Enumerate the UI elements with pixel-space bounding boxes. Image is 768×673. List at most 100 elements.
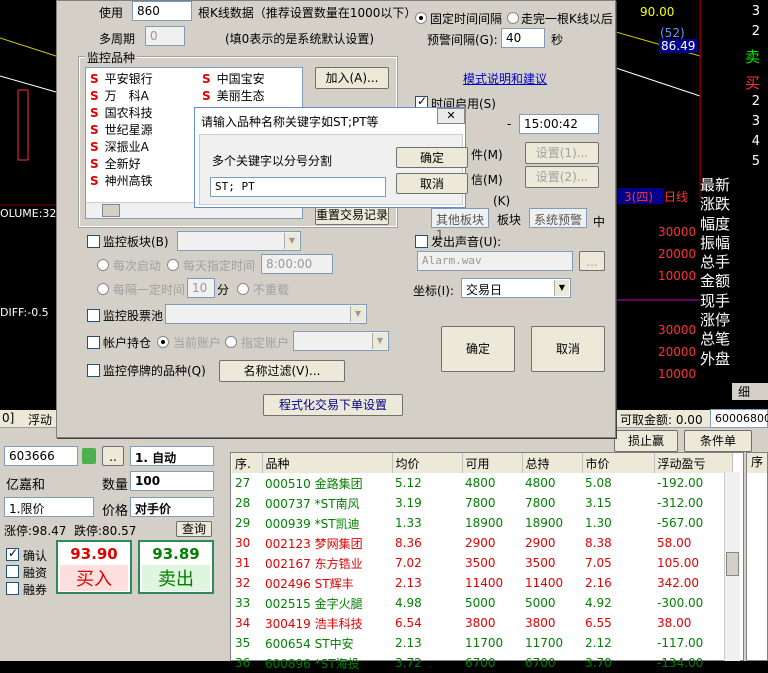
fixed-interval-radio[interactable] — [415, 12, 427, 24]
stock-code-input[interactable]: 603666 — [4, 446, 78, 466]
sound-checkbox[interactable] — [415, 235, 428, 248]
table-row[interactable]: 35 600654 ST中安 2.13 11700 11700 2.12 -117.00 — [232, 633, 732, 653]
col-header[interactable]: 序. — [232, 453, 263, 473]
table-cell: 1.30 — [585, 516, 612, 530]
scrollbar-thumb[interactable] — [726, 552, 739, 576]
monitor-block-select[interactable]: ▼ — [177, 231, 301, 251]
chevron-down-icon: ▼ — [372, 333, 387, 349]
sound-file-input[interactable]: Alarm.wav — [417, 251, 573, 271]
daily-time-input[interactable]: 8:00:00 — [261, 254, 333, 274]
ok-button[interactable]: 确定 — [441, 326, 515, 372]
quote-menu: 最新 涨跌 幅度 振幅 总手 金额 现手 涨停 总笔 外盘 — [700, 176, 768, 369]
model-help-link[interactable]: 模式说明和建议 — [463, 70, 547, 87]
list-item[interactable]: S 中国宝安 — [202, 70, 265, 87]
interval-radio[interactable] — [97, 283, 109, 295]
col-header[interactable]: 总持 — [522, 453, 583, 473]
margin-checkbox[interactable] — [6, 565, 19, 578]
sys-warn-select[interactable]: 系统预警 — [529, 208, 587, 228]
keyword-input[interactable]: ST; PT — [210, 177, 386, 197]
list-item[interactable]: S 国农科技 — [90, 104, 153, 121]
condition-order-button[interactable]: 条件单 — [684, 430, 752, 452]
col-header[interactable]: 可用 — [462, 453, 523, 473]
list-item[interactable]: S 平安银行 — [90, 70, 153, 87]
set2-button[interactable]: 设置(2)... — [525, 166, 599, 188]
lock-icon[interactable] — [82, 448, 96, 464]
order-book-panel: 3 2 卖 买 2 3 4 5 — [700, 0, 768, 182]
col-header[interactable]: 品种 — [262, 453, 393, 473]
no-repeat-radio[interactable] — [237, 283, 249, 295]
table-row[interactable]: 36 600896 *ST海投 3.72 6700 6700 3.70 -134.00 — [232, 653, 732, 673]
stock-pool-select[interactable]: ▼ — [165, 304, 367, 324]
trade-settings-button[interactable]: 程式化交易下单设置 — [263, 394, 403, 416]
table-cell: 30 — [235, 536, 251, 550]
table-row[interactable]: 27 000510 金路集团 5.12 4800 4800 5.08 -192.00 — [232, 473, 732, 493]
warn-interval-input[interactable]: 40 — [501, 28, 545, 48]
sell-button[interactable]: 93.89 卖出 — [138, 540, 214, 594]
list-item[interactable]: S万 科A — [90, 87, 149, 104]
limit-down: 跌停:80.57 — [74, 524, 137, 538]
col-header[interactable]: 浮动盈亏 — [654, 453, 733, 473]
account-select[interactable]: 60006800 — [710, 409, 768, 428]
monitor-block-checkbox[interactable] — [87, 235, 100, 248]
one-kline-radio[interactable] — [507, 12, 519, 24]
table-row[interactable]: 33 002515 金字火腿 4.98 5000 5000 4.92 -300.00 — [232, 593, 732, 613]
table-scrollbar[interactable] — [724, 472, 740, 661]
buy-button[interactable]: 93.90 买入 — [56, 540, 132, 594]
daily-time-radio[interactable] — [167, 259, 179, 271]
specified-account-radio[interactable] — [225, 336, 237, 348]
table-row[interactable]: 30 002123 梦网集团 8.36 2900 2900 8.38 58.00 — [232, 533, 732, 553]
stock-pool-checkbox[interactable] — [87, 309, 100, 322]
qty-input[interactable]: 100 — [130, 471, 214, 491]
current-account-radio[interactable] — [157, 336, 169, 348]
sound-browse-button[interactable]: ... — [579, 251, 605, 271]
stock-pool-label: 监控股票池 — [103, 309, 164, 323]
table-row[interactable]: 31 002167 东方锆业 7.02 3500 3500 7.05 105.00 — [232, 553, 732, 573]
suspend-checkbox[interactable] — [87, 364, 100, 377]
short-checkbox[interactable] — [6, 582, 19, 595]
table-row[interactable]: 28 000737 *ST南风 3.19 7800 7800 3.15 -312.00 — [232, 493, 732, 513]
hscroll-thumb[interactable] — [102, 204, 120, 217]
list-item[interactable]: S 深振业A — [90, 138, 149, 155]
add-button[interactable]: 加入(A)... — [315, 67, 389, 89]
time-end-input[interactable]: 15:00:42 — [519, 114, 599, 134]
stoploss-button[interactable]: 损止赢 — [614, 430, 678, 452]
coord-label: 坐标(I): — [413, 284, 454, 298]
coord-select[interactable]: 交易日 ▼ — [461, 278, 571, 298]
close-icon[interactable]: ✕ — [437, 108, 465, 124]
popup-cancel-button[interactable]: 取消 — [396, 173, 468, 194]
account-select[interactable]: ▼ — [293, 331, 389, 351]
list-item[interactable]: S 美丽生态 — [202, 87, 265, 104]
confirm-label: 确认 — [23, 549, 48, 563]
confirm-checkbox[interactable] — [6, 546, 19, 561]
quote-menu-item: 振幅 — [700, 233, 731, 252]
cancel-button[interactable]: 取消 — [531, 326, 605, 372]
startup-radio[interactable] — [97, 259, 109, 271]
set1-button[interactable]: 设置(1)... — [525, 142, 599, 164]
order-type-select[interactable]: 1.限价 — [4, 497, 94, 517]
right-col-header: 序 — [747, 453, 767, 473]
auto-select[interactable]: 1. 自动 — [130, 446, 214, 466]
price-input[interactable]: 对手价 — [130, 497, 214, 517]
more-button[interactable]: .. — [102, 446, 124, 466]
fine-tab[interactable]: 细 — [732, 383, 768, 400]
table-row[interactable]: 34 300419 浩丰科技 6.54 3800 3800 6.55 38.00 — [232, 613, 732, 633]
avail-amount: 可取金额: 0.00 — [620, 413, 703, 427]
table-row[interactable]: 29 000939 *ST凯迪 1.33 18900 18900 1.30 -567.00 — [232, 513, 732, 533]
col-header[interactable]: 市价 — [582, 453, 655, 473]
list-item[interactable]: S 全新好 — [90, 155, 141, 172]
reset-trade-button[interactable]: 重置交易记录 — [315, 205, 389, 225]
multi-period-input[interactable]: 0 — [145, 26, 185, 46]
col-header[interactable]: 均价 — [392, 453, 463, 473]
interval-input[interactable]: 10 — [187, 278, 215, 298]
account-hold-checkbox[interactable] — [87, 336, 100, 349]
float-label: 浮动 — [28, 413, 53, 427]
list-item[interactable]: S 世纪星源 — [90, 121, 153, 138]
list-item[interactable]: S 神州高铁 — [90, 172, 153, 189]
use-count-input[interactable]: 860 — [132, 1, 192, 21]
popup-ok-button[interactable]: 确定 — [396, 147, 468, 168]
query-button[interactable]: 查询 — [176, 521, 212, 537]
name-filter-button[interactable]: 名称过滤(V)... — [219, 360, 345, 382]
table-row[interactable]: 32 002496 ST辉丰 2.13 11400 11400 2.16 342.00 — [232, 573, 732, 593]
other-block-select[interactable]: 其他板块1 — [431, 208, 489, 242]
quote-menu-item: 总手 — [700, 253, 731, 272]
